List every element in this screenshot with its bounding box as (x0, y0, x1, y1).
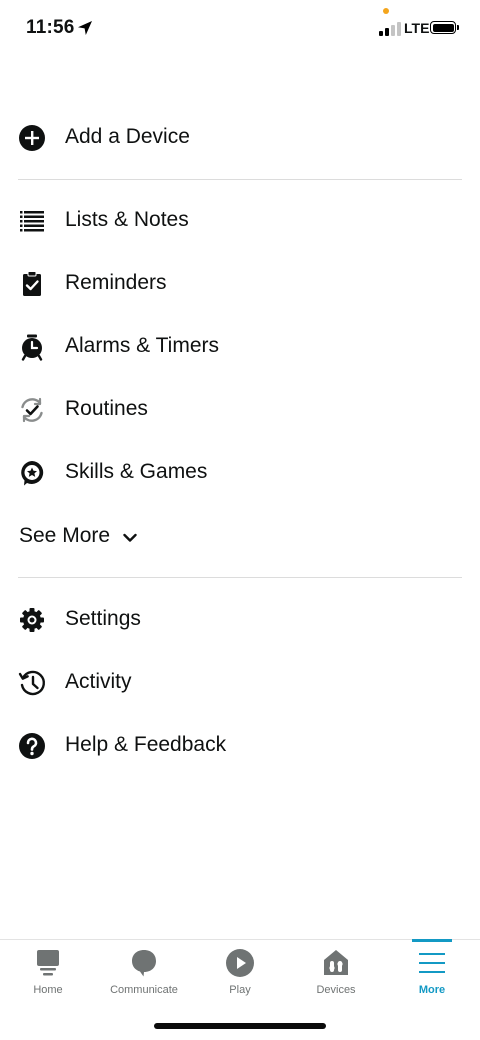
menu-item-help-feedback[interactable]: Help & Feedback (0, 716, 480, 776)
menu-item-label: Alarms & Timers (65, 334, 220, 357)
menu-item-label: Help & Feedback (65, 733, 227, 756)
history-icon (18, 670, 46, 696)
menu-item-routines[interactable]: Routines (0, 380, 480, 440)
play-icon (226, 949, 254, 977)
home-indicator (154, 1023, 326, 1029)
chat-bubble-icon (132, 950, 156, 977)
menu-item-alarms-timers[interactable]: Alarms & Timers (0, 317, 480, 377)
menu-item-lists-notes[interactable]: Lists & Notes (0, 191, 480, 251)
tab-label: Play (229, 984, 251, 996)
active-tab-indicator (412, 939, 452, 942)
menu-item-label: Add a Device (65, 125, 190, 148)
help-icon (19, 733, 45, 759)
divider (18, 179, 462, 180)
battery-icon (430, 21, 456, 34)
battery-tip (457, 25, 459, 30)
skills-star-icon (21, 461, 44, 486)
location-arrow-icon (78, 21, 92, 35)
hamburger-icon (419, 953, 445, 973)
alarm-clock-icon (21, 334, 43, 361)
cellular-signal-icon (379, 22, 401, 36)
network-type: LTE (404, 20, 430, 36)
see-more-toggle[interactable]: See More (0, 508, 480, 564)
status-bar: 11:56 LTE (0, 0, 480, 56)
see-more-label: See More (19, 524, 111, 547)
divider (18, 577, 462, 578)
menu-item-label: Routines (65, 397, 148, 420)
devices-icon (324, 950, 348, 975)
menu-item-label: Lists & Notes (65, 208, 189, 231)
status-time: 11:56 (26, 17, 75, 38)
privacy-indicator-dot (383, 8, 389, 14)
menu-item-add-device[interactable]: Add a Device (0, 108, 480, 168)
list-icon (20, 211, 44, 232)
home-icon (37, 950, 59, 976)
menu-item-skills-games[interactable]: Skills & Games (0, 443, 480, 503)
menu-item-label: Skills & Games (65, 460, 208, 483)
tab-play[interactable]: Play (192, 940, 288, 1010)
menu-item-label: Settings (65, 607, 141, 630)
tab-label: Devices (316, 984, 356, 996)
menu-item-label: Activity (65, 670, 132, 693)
menu-item-settings[interactable]: Settings (0, 590, 480, 650)
gear-icon (20, 608, 44, 632)
tab-label: More (418, 984, 446, 996)
menu-item-activity[interactable]: Activity (0, 653, 480, 713)
chevron-down-icon (123, 533, 137, 542)
tab-label: Communicate (110, 984, 178, 996)
add-circle-icon (19, 125, 45, 151)
tab-more[interactable]: More (384, 940, 480, 1010)
routines-icon (21, 397, 43, 423)
tab-devices[interactable]: Devices (288, 940, 384, 1010)
tab-label: Home (33, 984, 63, 996)
tab-home[interactable]: Home (0, 940, 96, 1010)
menu-item-reminders[interactable]: Reminders (0, 254, 480, 314)
menu-item-label: Reminders (65, 271, 167, 294)
tab-communicate[interactable]: Communicate (96, 940, 192, 1010)
clipboard-check-icon (23, 271, 41, 296)
